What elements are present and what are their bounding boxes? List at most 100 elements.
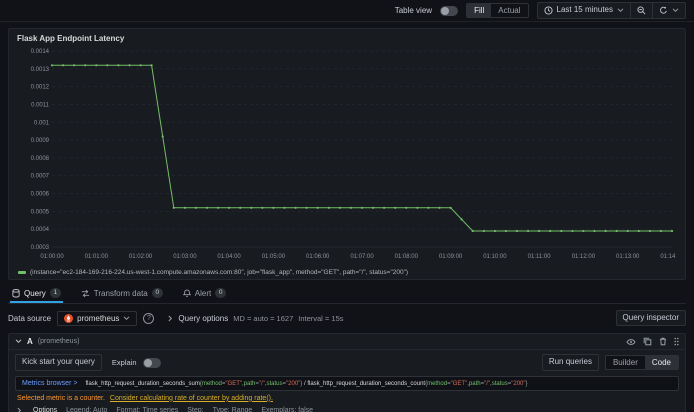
- copy-icon[interactable]: [643, 337, 652, 346]
- svg-text:01:11:00: 01:11:00: [528, 254, 552, 260]
- transform-icon: [81, 289, 89, 297]
- query-options-footer: Options Legend: Auto Format: Time series…: [9, 404, 685, 412]
- svg-text:0.0013: 0.0013: [31, 67, 50, 73]
- tab-label: Transform data: [93, 288, 148, 298]
- query-options-md: MD = auto = 1627: [233, 313, 294, 323]
- prometheus-icon: [64, 313, 74, 323]
- legend-series-label[interactable]: (instance="ec2-184-169-216-224.us-west-1…: [30, 269, 408, 276]
- toggle-knob: [143, 358, 152, 367]
- add-rate-link[interactable]: Consider calculating rate of counter by …: [110, 395, 273, 402]
- svg-text:0.0006: 0.0006: [31, 192, 50, 198]
- tab-transform-count: 0: [151, 288, 163, 298]
- svg-text:0.0012: 0.0012: [31, 85, 50, 91]
- svg-text:0.0014: 0.0014: [31, 49, 50, 55]
- chevron-right-icon: [168, 315, 173, 322]
- time-range-label: Last 15 minutes: [556, 5, 613, 15]
- tab-query[interactable]: Query 1: [10, 285, 63, 303]
- svg-text:0.0009: 0.0009: [31, 138, 50, 144]
- refresh-icon: [660, 6, 667, 14]
- database-icon: [12, 288, 20, 298]
- svg-text:01:01:00: 01:01:00: [85, 254, 109, 260]
- zoom-out-icon: [637, 6, 646, 15]
- legend: (instance="ec2-184-169-216-224.us-west-1…: [16, 268, 678, 276]
- options-label[interactable]: Options: [33, 407, 57, 412]
- tab-label: Alert: [194, 288, 212, 298]
- svg-text:01:13:00: 01:13:00: [616, 254, 640, 260]
- explain-toggle[interactable]: [142, 357, 161, 368]
- chevron-down-icon: [672, 8, 679, 13]
- svg-text:01:12:00: 01:12:00: [572, 254, 596, 260]
- eye-icon[interactable]: [626, 338, 636, 346]
- clock-icon: [543, 6, 553, 15]
- bell-icon: [182, 288, 191, 297]
- timeseries-panel: Flask App Endpoint Latency 0.0014 0.0013 0…: [8, 28, 686, 280]
- svg-text:0.0011: 0.0011: [31, 103, 50, 109]
- panel-title[interactable]: Flask App Endpoint Latency: [16, 33, 678, 45]
- query-options-interval: Interval = 15s: [298, 313, 344, 323]
- table-view-label: Table view: [394, 6, 433, 15]
- option-exemplars: Exemplars: false: [261, 406, 314, 412]
- query-toolbar: Kick start your query Explain Run querie…: [9, 350, 685, 374]
- query-options-toggle[interactable]: Query options MD = auto = 1627 Interval …: [168, 314, 343, 323]
- code-option[interactable]: Code: [644, 355, 678, 370]
- svg-text:0.0004: 0.0004: [31, 227, 50, 233]
- option-type: Type: Range: [212, 406, 253, 412]
- topbar: Table view Fill Actual Last 15 minutes: [0, 0, 694, 22]
- chevron-down-icon: [124, 316, 130, 320]
- builder-option[interactable]: Builder: [606, 356, 645, 370]
- metrics-browser-toggle[interactable]: Metrics browser >: [22, 380, 77, 387]
- svg-text:0.0003: 0.0003: [31, 245, 50, 251]
- svg-text:0.0007: 0.0007: [31, 174, 50, 180]
- tab-query-count: 1: [49, 288, 61, 298]
- query-code-editor[interactable]: Metrics browser > flask_http_request_dur…: [15, 375, 679, 391]
- query-datasource-hint: (prometheus): [37, 338, 80, 346]
- editor-tabs: Query 1 Transform data 0 Alert 0: [8, 285, 686, 304]
- query-expression[interactable]: flask_http_request_duration_seconds_sum{…: [85, 380, 527, 387]
- grip-icon[interactable]: [674, 337, 679, 346]
- run-queries-button[interactable]: Run queries: [541, 354, 599, 371]
- datasource-picker[interactable]: prometheus: [57, 310, 138, 326]
- svg-text:01:04:00: 01:04:00: [217, 254, 241, 260]
- tab-alert-count: 0: [215, 288, 227, 298]
- svg-text:01:05:00: 01:05:00: [262, 254, 286, 260]
- datasource-label: Data source: [8, 313, 52, 323]
- toggle-knob: [441, 6, 450, 15]
- query-inspector-button[interactable]: Query inspector: [615, 310, 686, 327]
- datasource-help-icon[interactable]: ?: [143, 312, 155, 324]
- tab-transform-data[interactable]: Transform data 0: [79, 285, 165, 303]
- option-step: Step:: [187, 406, 204, 412]
- option-format: Format: Time series: [116, 406, 179, 412]
- option-legend: Legend: Auto: [66, 406, 108, 412]
- time-controls: Last 15 minutes: [536, 2, 686, 19]
- datasource-row: Data source prometheus ? Query options M…: [8, 310, 686, 327]
- counter-warning: Selected metric is a counter. Consider c…: [9, 394, 685, 404]
- refresh-button[interactable]: [652, 2, 686, 19]
- legend-series-dot: [18, 271, 26, 274]
- chevron-right-icon[interactable]: [17, 407, 22, 412]
- zoom-out-button[interactable]: [630, 2, 653, 19]
- grafana-panel-editor: Table view Fill Actual Last 15 minutes F…: [0, 0, 694, 412]
- svg-text:01:14:00: 01:14:00: [660, 254, 676, 260]
- svg-text:0.001: 0.001: [34, 120, 50, 126]
- datasource-value: prometheus: [77, 313, 120, 323]
- chevron-down-icon[interactable]: [15, 339, 22, 344]
- query-row-header[interactable]: A (prometheus): [9, 334, 685, 351]
- svg-text:01:08:00: 01:08:00: [395, 254, 419, 260]
- svg-text:0.0008: 0.0008: [31, 156, 50, 162]
- fill-option[interactable]: Fill: [467, 3, 492, 18]
- svg-text:01:03:00: 01:03:00: [173, 254, 197, 260]
- query-ref-id: A: [27, 337, 33, 347]
- time-range-picker[interactable]: Last 15 minutes: [536, 2, 631, 19]
- query-row-actions: [626, 337, 679, 346]
- latency-chart[interactable]: 0.0014 0.0013 0.0012 0.0011 0.001 0.0009 0.000…: [16, 45, 685, 268]
- svg-text:01:00:00: 01:00:00: [40, 254, 64, 260]
- query-editor-card: A (prometheus) Kick start your query Exp…: [8, 333, 686, 412]
- explain-label: Explain: [111, 358, 137, 368]
- builder-code-group: Builder Code: [604, 354, 679, 371]
- query-options-label: Query options: [178, 313, 229, 323]
- tab-alert[interactable]: Alert 0: [181, 285, 228, 303]
- kick-start-query-button[interactable]: Kick start your query: [15, 354, 102, 371]
- trash-icon[interactable]: [659, 337, 667, 346]
- actual-option[interactable]: Actual: [491, 4, 527, 18]
- table-view-toggle[interactable]: [440, 5, 459, 16]
